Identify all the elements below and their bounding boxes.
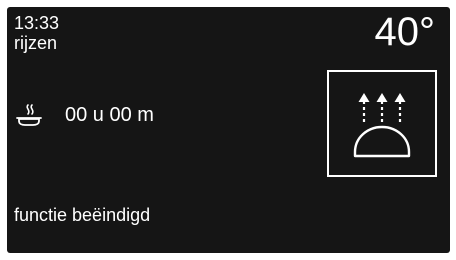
oven-display-screen: 13:33 rijzen 40° 00 u 00 m functie beëin… [7, 7, 450, 253]
status-message: functie beëindigd [14, 205, 151, 225]
proofing-dome-icon[interactable] [327, 70, 437, 177]
plate-heat-icon [15, 103, 43, 127]
clock-time: 13:33 [14, 13, 60, 33]
program-mode-label: rijzen [14, 33, 58, 53]
temperature-readout[interactable]: 40° [375, 9, 436, 55]
timer-row[interactable]: 00 u 00 m [15, 101, 154, 129]
timer-value: 00 u 00 m [65, 104, 154, 126]
